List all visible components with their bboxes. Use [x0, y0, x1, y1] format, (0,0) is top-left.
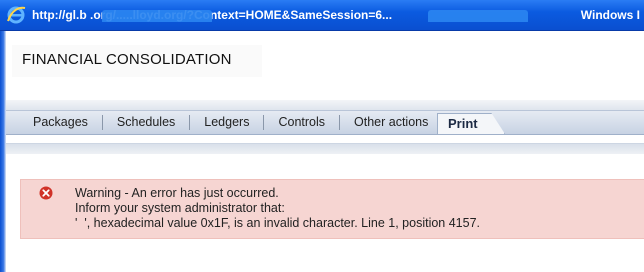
tab-controls[interactable]: Controls [264, 115, 341, 130]
tab-bar: Packages Schedules Ledgers Controls Othe… [6, 110, 644, 135]
internet-explorer-icon [6, 5, 26, 25]
header-divider [6, 100, 644, 110]
error-alert: Warning - An error has just occurred. In… [20, 179, 644, 239]
error-icon [39, 186, 53, 200]
window-titlebar: http://gl.b .org/.....lloyd.org/?Context… [0, 0, 644, 31]
page-title: FINANCIAL CONSOLIDATION [22, 51, 232, 68]
tab-packages[interactable]: Packages [6, 115, 103, 130]
tab-ledgers[interactable]: Ledgers [190, 115, 265, 130]
error-message: Warning - An error has just occurred. In… [75, 186, 480, 231]
tab-other-actions[interactable]: Other actions [340, 115, 442, 130]
window-app-name: Windows I [580, 8, 640, 22]
tab-subbar [6, 143, 644, 154]
error-line-warning: Warning - An error has just occurred. [75, 186, 279, 200]
error-line-inform: Inform your system administrator that: [75, 201, 285, 215]
redaction-mark [428, 10, 528, 22]
error-line-detail: ' ', hexadecimal value 0x1F, is an inval… [75, 216, 481, 230]
tab-schedules[interactable]: Schedules [103, 115, 191, 130]
redaction-mark [102, 10, 212, 22]
window-title-url: http://gl.b .org/.....lloyd.org/?Context… [32, 8, 532, 22]
